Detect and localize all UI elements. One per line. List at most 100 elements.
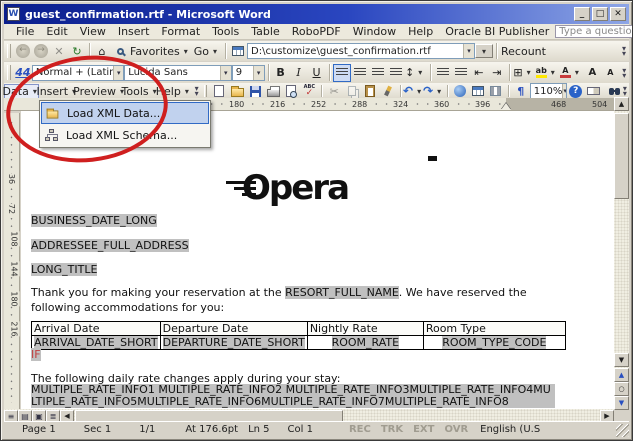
- address-combobox[interactable]: D:\customize\guest_confirmation.rtf ▾: [247, 43, 475, 59]
- status-ovr-toggle[interactable]: OVR: [444, 424, 468, 435]
- field-resort-name[interactable]: RESORT_FULL_NAME: [285, 286, 399, 299]
- vertical-scrollbar[interactable]: ▲ ▼ ▲ ○ ▼: [614, 97, 629, 409]
- field-addressee[interactable]: ADDRESSEE_FULL_ADDRESS: [31, 239, 189, 252]
- go-button[interactable]: Go ▾: [193, 42, 222, 60]
- ruler-number: 360: [432, 99, 451, 110]
- menu-tools[interactable]: Tools: [206, 24, 245, 39]
- grow-font-button[interactable]: A: [583, 64, 601, 82]
- align-center-button[interactable]: [351, 64, 369, 82]
- field-departure-date[interactable]: DEPARTURE_DATE_SHORT: [163, 336, 305, 349]
- chevron-down-icon: ▾: [180, 47, 192, 56]
- justify-button[interactable]: [387, 64, 405, 82]
- help-question-input[interactable]: Type a question for help: [555, 25, 633, 38]
- stop-button[interactable]: ✕: [50, 42, 68, 60]
- menu-edit[interactable]: Edit: [40, 24, 73, 39]
- resize-grip[interactable]: [616, 424, 629, 437]
- italic-button[interactable]: I: [290, 64, 308, 82]
- minimize-button[interactable]: _: [574, 7, 590, 21]
- print-icon: [267, 89, 280, 97]
- zoom-combobox[interactable]: 110% ▾: [530, 83, 567, 99]
- borders-button[interactable]: ⊞▾: [513, 64, 535, 82]
- chevron-down-icon[interactable]: ▾: [220, 66, 231, 80]
- menu-robopdf[interactable]: RoboPDF: [286, 24, 347, 39]
- bold-button[interactable]: B: [272, 64, 290, 82]
- back-button[interactable]: ←: [14, 42, 32, 60]
- vertical-scroll-thumb[interactable]: [614, 113, 629, 199]
- data-menu-button[interactable]: Data ▾: [4, 84, 39, 99]
- maximize-button[interactable]: □: [592, 7, 608, 21]
- numbered-list-button[interactable]: [434, 64, 452, 82]
- document-page[interactable]: Opera BUSINESS_DATE_LONG ADDRESSEE_FULL_…: [21, 111, 615, 409]
- home-button[interactable]: ⌂: [93, 42, 111, 60]
- menu-insert[interactable]: Insert: [112, 24, 156, 39]
- align-center-icon: [354, 68, 366, 77]
- forward-button[interactable]: →: [32, 42, 50, 60]
- opera-logo: Opera: [226, 171, 348, 205]
- toolbar-options-button[interactable]: ▾: [475, 44, 493, 58]
- menu-item-load-xml-schema[interactable]: Load XML Schema...: [41, 124, 209, 146]
- align-left-button[interactable]: [333, 64, 351, 82]
- menu-oracle-bi-publisher[interactable]: Oracle BI Publisher: [439, 24, 555, 39]
- toolbar-chevron-icon[interactable]: ▾▾: [619, 46, 629, 56]
- vertical-ruler[interactable]: 36 72 108 144 180 216: [4, 113, 20, 409]
- home-icon: ⌂: [99, 46, 106, 57]
- font-size-combobox[interactable]: 9 ▾: [232, 65, 265, 81]
- show-web-toolbar-button[interactable]: [229, 42, 247, 60]
- field-room-type-code[interactable]: ROOM_TYPE_CODE: [442, 336, 546, 349]
- field-arrival-date[interactable]: ARRIVAL_DATE_SHORT: [34, 336, 158, 349]
- columns-icon: [490, 86, 501, 96]
- status-rec-toggle[interactable]: REC: [349, 424, 371, 435]
- status-ext-toggle[interactable]: EXT: [413, 424, 434, 435]
- next-page-button[interactable]: ▼: [614, 396, 629, 410]
- recount-button[interactable]: Recount: [500, 42, 547, 60]
- select-browse-object-button[interactable]: ○: [614, 382, 629, 396]
- toolbar-grip[interactable]: [204, 85, 208, 96]
- close-button[interactable]: ✕: [610, 7, 626, 21]
- style-combobox[interactable]: Normal + (Latir ▾: [32, 65, 124, 81]
- scroll-up-button[interactable]: ▲: [614, 97, 629, 111]
- menu-help[interactable]: Help: [402, 24, 439, 39]
- toolbar-chevron-icon[interactable]: ▾▾: [619, 68, 629, 78]
- toolbar-chevron-icon[interactable]: ▾▾: [193, 86, 201, 96]
- title-bar[interactable]: W guest_confirmation.rtf - Microsoft Wor…: [4, 4, 629, 24]
- menu-file[interactable]: File: [10, 24, 40, 39]
- menu-view[interactable]: View: [74, 24, 112, 39]
- menu-table[interactable]: Table: [245, 24, 285, 39]
- right-indent-marker[interactable]: [501, 103, 511, 110]
- styles-and-formatting-button[interactable]: 44: [14, 64, 32, 82]
- underline-button[interactable]: U: [308, 64, 326, 82]
- chevron-down-icon[interactable]: ▾: [253, 66, 264, 80]
- previous-page-button[interactable]: ▲: [614, 368, 629, 382]
- increase-indent-icon: ⇥: [492, 67, 501, 78]
- search-web-button[interactable]: [111, 42, 129, 60]
- toolbar-grip[interactable]: [7, 44, 11, 58]
- font-color-button[interactable]: A ▾: [559, 64, 583, 82]
- shrink-font-button[interactable]: A: [601, 64, 619, 82]
- menu-item-load-xml-data[interactable]: Load XML Data...: [41, 102, 209, 124]
- increase-indent-button[interactable]: ⇥: [488, 64, 506, 82]
- refresh-button[interactable]: ↻: [68, 42, 86, 60]
- highlight-button[interactable]: ab ▾: [535, 64, 559, 82]
- toolbar-grip[interactable]: [7, 65, 11, 80]
- toolbar-chevron-icon[interactable]: ▾▾: [621, 86, 629, 96]
- bullet-list-button[interactable]: [452, 64, 470, 82]
- line-spacing-button[interactable]: ↕▾: [405, 64, 427, 82]
- field-long-title[interactable]: LONG_TITLE: [31, 263, 97, 276]
- field-room-rate[interactable]: ROOM_RATE: [332, 336, 400, 349]
- open-folder-icon: [231, 88, 244, 97]
- decrease-indent-button[interactable]: ⇤: [470, 64, 488, 82]
- status-trk-toggle[interactable]: TRK: [381, 424, 403, 435]
- chevron-down-icon[interactable]: ▾: [463, 44, 474, 58]
- font-combobox[interactable]: Lucida Sans ▾: [124, 65, 232, 81]
- field-business-date[interactable]: BUSINESS_DATE_LONG: [31, 214, 157, 227]
- scroll-down-button[interactable]: ▼: [614, 353, 629, 367]
- align-right-button[interactable]: [369, 64, 387, 82]
- menu-format[interactable]: Format: [155, 24, 206, 39]
- chevron-down-icon: ▾: [433, 87, 445, 96]
- chevron-down-icon[interactable]: ▾: [113, 66, 123, 80]
- favorites-button[interactable]: Favorites ▾: [129, 42, 193, 60]
- field-multiple-rate-info[interactable]: MULTIPLE_RATE_INFO1 MULTIPLE_RATE_INFO2 …: [31, 384, 555, 408]
- menu-window[interactable]: Window: [347, 24, 402, 39]
- if-form-field[interactable]: IF: [31, 348, 41, 361]
- chevron-down-icon: ▾: [414, 68, 426, 77]
